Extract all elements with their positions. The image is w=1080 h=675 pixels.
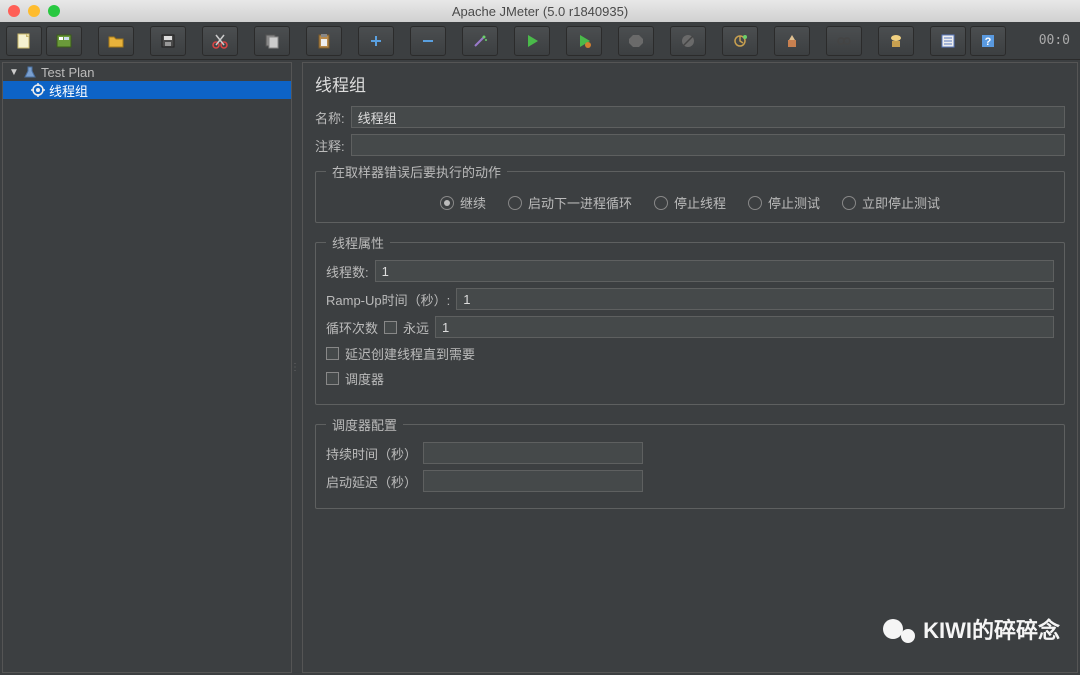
save-button[interactable] (150, 26, 186, 56)
tree-item-thread-group[interactable]: 线程组 (3, 81, 291, 99)
svg-text:?: ? (985, 36, 992, 48)
split-handle[interactable]: ⋮⋮ (294, 60, 302, 675)
loop-label: 循环次数 (326, 318, 378, 337)
new-file-button[interactable] (6, 26, 42, 56)
flask-icon (23, 65, 37, 79)
radio-icon (842, 196, 856, 210)
radio-stop-now[interactable]: 立即停止测试 (842, 193, 940, 212)
duration-input[interactable] (423, 442, 643, 464)
radio-stop-thread[interactable]: 停止线程 (654, 193, 726, 212)
tree-item-label: 线程组 (49, 81, 88, 100)
threads-input[interactable] (375, 260, 1054, 282)
function-helper-button[interactable] (930, 26, 966, 56)
clear-button[interactable] (774, 26, 810, 56)
cut-button[interactable] (202, 26, 238, 56)
duration-label: 持续时间（秒） (326, 444, 417, 463)
paste-button[interactable] (306, 26, 342, 56)
checkbox-icon (326, 347, 339, 360)
help-button[interactable]: ? (970, 26, 1006, 56)
gear-icon (31, 83, 45, 97)
radio-icon (654, 196, 668, 210)
name-label: 名称: (315, 108, 345, 127)
wand-button[interactable] (462, 26, 498, 56)
panel-title: 线程组 (315, 71, 1065, 96)
tree-collapse-icon[interactable]: ▼ (9, 67, 19, 78)
window-titlebar: Apache JMeter (5.0 r1840935) (0, 0, 1080, 22)
checkbox-icon (384, 321, 397, 334)
forever-checkbox[interactable]: 永远 (384, 318, 429, 337)
test-plan-tree[interactable]: ▼ Test Plan 线程组 (2, 62, 292, 673)
copy-button[interactable] (254, 26, 290, 56)
tree-root-test-plan[interactable]: ▼ Test Plan (3, 63, 291, 81)
rampup-input[interactable] (456, 288, 1054, 310)
shutdown-button[interactable] (670, 26, 706, 56)
comment-label: 注释: (315, 136, 345, 155)
clear-all-button[interactable] (878, 26, 914, 56)
name-input[interactable] (351, 106, 1065, 128)
radio-stop-test[interactable]: 停止测试 (748, 193, 820, 212)
comment-input[interactable] (351, 134, 1065, 156)
play-no-pause-button[interactable] (566, 26, 602, 56)
rampup-label: Ramp-Up时间（秒）: (326, 290, 450, 309)
scheduler-fieldset: 调度器配置 持续时间（秒） 启动延迟（秒） (315, 415, 1065, 509)
radio-icon (508, 196, 522, 210)
radio-icon (440, 196, 454, 210)
threads-label: 线程数: (326, 262, 369, 281)
scheduler-checkbox[interactable]: 调度器 (326, 369, 1054, 388)
open-file-button[interactable] (98, 26, 134, 56)
timer-display: 00:0 (1039, 33, 1074, 48)
radio-continue[interactable]: 继续 (440, 193, 486, 212)
stop-button[interactable] (618, 26, 654, 56)
loop-input[interactable] (435, 316, 1054, 338)
search-button[interactable] (826, 26, 862, 56)
add-button[interactable] (358, 26, 394, 56)
tree-root-label: Test Plan (41, 65, 94, 80)
window-title: Apache JMeter (5.0 r1840935) (0, 4, 1080, 19)
thread-props-legend: 线程属性 (326, 233, 390, 252)
scheduler-legend: 调度器配置 (326, 415, 403, 434)
startup-delay-input[interactable] (423, 470, 643, 492)
templates-button[interactable] (46, 26, 82, 56)
play-button[interactable] (514, 26, 550, 56)
radio-next-loop[interactable]: 启动下一进程循环 (508, 193, 632, 212)
startup-delay-label: 启动延迟（秒） (326, 472, 417, 491)
thread-group-panel: 线程组 名称: 注释: 在取样器错误后要执行的动作 继续 启动下一进程循环 停止… (302, 62, 1078, 673)
delay-start-checkbox[interactable]: 延迟创建线程直到需要 (326, 344, 1054, 363)
checkbox-icon (326, 372, 339, 385)
radio-icon (748, 196, 762, 210)
remote-start-button[interactable] (722, 26, 758, 56)
on-error-fieldset: 在取样器错误后要执行的动作 继续 启动下一进程循环 停止线程 停止测试 立即停止… (315, 162, 1065, 223)
on-error-legend: 在取样器错误后要执行的动作 (326, 162, 507, 181)
thread-props-fieldset: 线程属性 线程数: Ramp-Up时间（秒）: 循环次数 永远 延迟创建线程直到… (315, 233, 1065, 405)
remove-button[interactable] (410, 26, 446, 56)
main-toolbar: ? 00:0 (0, 22, 1080, 60)
